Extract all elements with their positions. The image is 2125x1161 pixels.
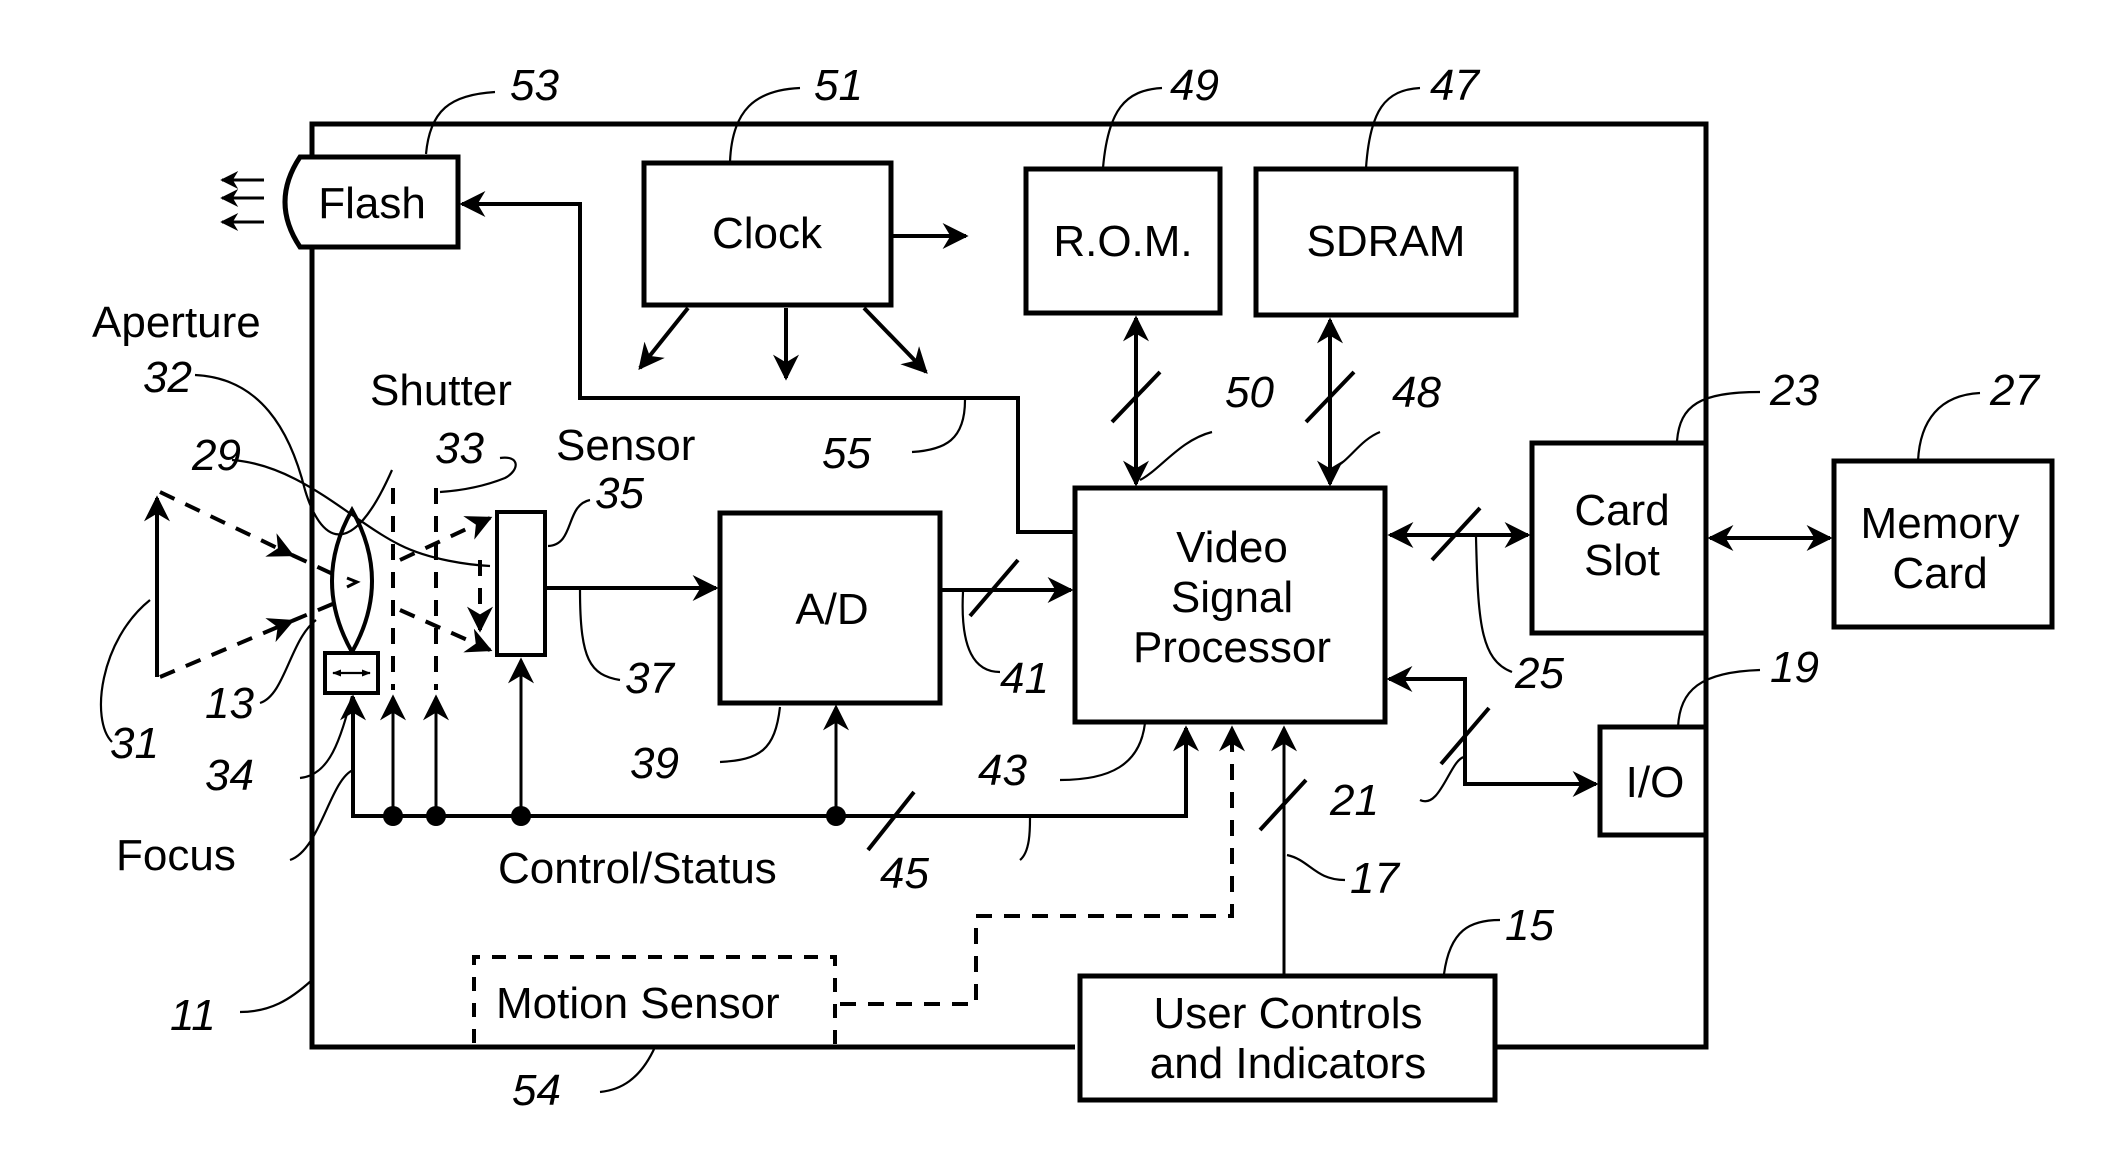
vsp-label-line1: Video (1176, 523, 1288, 572)
ref-54: 54 (512, 1066, 561, 1115)
ref-23: 23 (1769, 366, 1819, 415)
rom-label: R.O.M. (1053, 217, 1192, 266)
ref-27: 27 (1989, 366, 2040, 415)
ref-37: 37 (625, 654, 675, 703)
motion-sensor-block: Motion Sensor (472, 955, 837, 1047)
clock-block: Clock (641, 160, 894, 308)
junction-dot (426, 806, 446, 826)
aperture-label: Aperture (92, 298, 261, 347)
flash-label: Flash (318, 179, 426, 228)
sdram-label: SDRAM (1307, 217, 1466, 266)
sensor-label: Sensor (556, 421, 695, 470)
ref-29: 29 (191, 431, 241, 480)
ref-25: 25 (1514, 649, 1564, 698)
camera-block-diagram: Flash Clock R.O.M. SDRAM Video Signal Pr… (92, 61, 2055, 1115)
ref-31: 31 (110, 719, 159, 768)
vsp-label-line3: Processor (1133, 623, 1331, 672)
video-signal-processor-block: Video Signal Processor (1072, 485, 1388, 725)
ref-33: 33 (435, 424, 484, 473)
io-block: I/O (1597, 724, 1709, 838)
bus-slash (866, 790, 916, 852)
ref-11: 11 (170, 991, 216, 1040)
sdram-block: SDRAM (1253, 166, 1519, 318)
ref-55: 55 (822, 429, 871, 478)
image-sensor-35 (495, 510, 547, 657)
ref-47: 47 (1430, 61, 1480, 110)
junction-dot (511, 806, 531, 826)
ref-19: 19 (1770, 643, 1819, 692)
ref-43: 43 (978, 746, 1027, 795)
ref-45: 45 (880, 849, 929, 898)
ref-53: 53 (510, 61, 559, 110)
user-controls-label-line2: and Indicators (1150, 1039, 1426, 1088)
memory-card-label-line1: Memory (1861, 499, 2020, 548)
shutter-label: Shutter (370, 366, 512, 415)
card-slot-label-line1: Card (1574, 486, 1669, 535)
junction-dot (826, 806, 846, 826)
junction-dot (383, 806, 403, 826)
ref-34: 34 (205, 751, 254, 800)
io-label: I/O (1626, 758, 1685, 807)
ref-15: 15 (1505, 901, 1554, 950)
focus-label: Focus (116, 831, 236, 880)
flash-block: Flash (282, 154, 461, 250)
vsp-label-line2: Signal (1171, 573, 1293, 622)
memory-card-block: Memory Card (1831, 458, 2055, 630)
card-slot-label-line2: Slot (1584, 536, 1660, 585)
card-slot-block: Card Slot (1529, 440, 1709, 636)
ad-label: A/D (795, 585, 868, 634)
ref-32: 32 (143, 353, 192, 402)
control-status-label: Control/Status (498, 844, 777, 893)
ref-51: 51 (814, 61, 863, 110)
ref-48: 48 (1392, 368, 1441, 417)
clock-label: Clock (712, 209, 823, 258)
rom-block: R.O.M. (1023, 166, 1223, 316)
ad-converter-block: A/D (717, 510, 943, 706)
light-rays (159, 490, 493, 679)
ref-50: 50 (1225, 368, 1274, 417)
ref-39: 39 (630, 739, 679, 788)
memory-card-label-line2: Card (1892, 549, 1987, 598)
ref-35: 35 (595, 469, 644, 518)
flash-light-rays-icon (220, 171, 264, 231)
motion-sensor-label: Motion Sensor (496, 979, 780, 1028)
ref-49: 49 (1170, 61, 1219, 110)
ref-13: 13 (205, 679, 254, 728)
focus-actuator-34 (323, 651, 380, 695)
user-controls-block: User Controls and Indicators (1077, 973, 1498, 1103)
clock-output-left (638, 306, 690, 371)
clock-output-right-down (862, 306, 928, 374)
ref-41: 41 (1000, 654, 1049, 703)
io-bus-21 (1386, 666, 1599, 797)
ref-21: 21 (1329, 776, 1379, 825)
ref-17: 17 (1350, 854, 1400, 903)
user-controls-label-line1: User Controls (1154, 989, 1423, 1038)
